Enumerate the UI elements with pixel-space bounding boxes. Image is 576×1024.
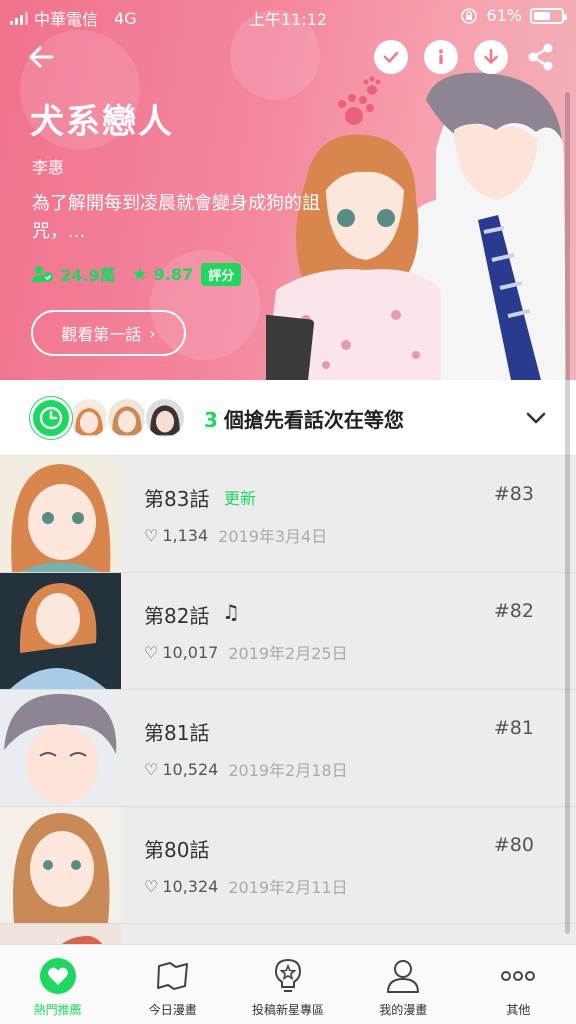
episode-row[interactable] [0, 924, 576, 944]
episode-row[interactable]: 第80話 #80 ♡ 10,324 2019年2月11日 [0, 807, 576, 924]
comic-synopsis: 為了解開每到凌晨就會變身成狗的詛咒，... [32, 193, 320, 242]
tab-label: 熱門推薦 [33, 1003, 82, 1017]
heart-outline-icon: ♡ [144, 759, 159, 779]
info-icon [439, 49, 443, 64]
comic-hero: 中華電信 4G 上午11:12 61% 犬系戀人 李惠 為了解開每到凌晨就會變身… [0, 0, 576, 380]
subscribe-button[interactable] [374, 40, 408, 74]
episode-thumbnail [0, 924, 121, 944]
episode-date: 2019年2月11日 [228, 878, 348, 897]
like-count: 10,017 [162, 642, 219, 662]
like-count: 10,324 [162, 876, 219, 896]
heart-icon [39, 958, 76, 994]
tab-label: 其他 [506, 1003, 531, 1017]
episode-title: 第82話 [144, 604, 210, 628]
watch-first-episode-button[interactable]: 觀看第一話 › [31, 310, 186, 356]
tab-label: 我的漫畫 [379, 1003, 428, 1017]
like-count: 1,134 [162, 525, 209, 545]
tab-hot[interactable]: 熱門推薦 [0, 945, 115, 1024]
episode-number: #83 [493, 483, 534, 505]
tab-label: 今日漫畫 [148, 1003, 197, 1017]
battery-icon [530, 7, 567, 24]
rating-value: 9.87 [153, 264, 194, 284]
comic-title: 犬系戀人 [30, 102, 174, 142]
episode-date: 2019年2月25日 [228, 644, 348, 663]
comic-stats: 24.9萬 ★ 9.87 評分 [32, 262, 242, 286]
episode-list: 第83話 更新 #83 ♡ 1,134 2019年3月4日 第82話 ♫ #82 … [0, 456, 576, 944]
tab-today[interactable]: 今日漫畫 [115, 945, 230, 1024]
tab-label: 投稿新星專區 [252, 1003, 325, 1017]
battery-level [534, 11, 550, 20]
episode-title: 第81話 [144, 721, 210, 745]
chevron-down-icon[interactable] [524, 406, 548, 430]
episode-thumbnail [0, 690, 121, 806]
more-icon [501, 971, 536, 981]
tab-more[interactable]: 其他 [461, 945, 576, 1024]
share-icon [528, 43, 553, 71]
tab-my-comics[interactable]: 我的漫畫 [346, 945, 461, 1024]
battery-percent: 61% [486, 6, 522, 25]
chevron-right-icon: › [149, 323, 156, 343]
episode-title: 第83話 [144, 487, 210, 511]
early-access-bar[interactable]: 3 個搶先看話次在等您 [0, 380, 576, 456]
subscribers-icon [32, 266, 53, 282]
heart-outline-icon: ♡ [144, 642, 159, 662]
check-icon [383, 51, 399, 63]
rate-button[interactable]: 評分 [201, 262, 242, 286]
info-button[interactable] [424, 40, 458, 74]
comic-author: 李惠 [32, 158, 65, 177]
arrow-left-icon [29, 46, 54, 68]
early-access-count: 3 [204, 408, 218, 432]
heart-outline-icon: ♡ [144, 525, 159, 545]
back-button[interactable] [24, 40, 58, 74]
bulb-star-icon [274, 958, 302, 992]
bottom-tab-bar: 熱門推薦 今日漫畫 投稿新星專區 我的漫畫 其他 [0, 944, 576, 1024]
episode-title: 第80話 [144, 838, 210, 862]
update-badge: 更新 [224, 489, 257, 508]
episode-thumbnail [0, 456, 121, 572]
preview-avatar [68, 397, 110, 439]
person-icon [387, 960, 420, 993]
heart-outline-icon: ♡ [144, 876, 159, 896]
download-button[interactable] [474, 40, 508, 74]
like-count: 10,524 [162, 759, 219, 779]
tab-new-stars[interactable]: 投稿新星專區 [230, 945, 345, 1024]
music-note-icon: ♫ [222, 600, 240, 624]
episode-row[interactable]: 第81話 #81 ♡ 10,524 2019年2月18日 [0, 690, 576, 807]
subscriber-count: 24.9萬 [60, 266, 116, 285]
episode-thumbnail [0, 807, 121, 923]
preview-avatar [106, 397, 148, 439]
early-access-text: 3 個搶先看話次在等您 [204, 404, 404, 433]
preview-avatar [144, 397, 186, 439]
share-button[interactable] [524, 40, 558, 74]
episode-thumbnail [0, 573, 121, 689]
watch-first-label: 觀看第一話 [61, 325, 142, 344]
episode-number: #81 [493, 717, 534, 739]
episode-row[interactable]: 第82話 ♫ #82 ♡ 10,017 2019年2月25日 [0, 573, 576, 690]
episode-date: 2019年2月18日 [228, 761, 348, 780]
episode-number: #82 [493, 600, 534, 622]
map-icon [156, 962, 188, 990]
preview-thumbnails [68, 397, 186, 439]
scrollbar[interactable] [565, 92, 570, 934]
episode-date: 2019年3月4日 [218, 527, 328, 546]
episode-row[interactable]: 第83話 更新 #83 ♡ 1,134 2019年3月4日 [0, 456, 576, 573]
status-bar: 中華電信 4G 上午11:12 61% [0, 0, 576, 34]
star-icon: ★ [131, 263, 148, 285]
early-access-label: 個搶先看話次在等您 [223, 408, 404, 432]
clock-icon [30, 397, 72, 439]
orientation-lock-icon [461, 7, 478, 24]
episode-number: #80 [493, 834, 534, 856]
download-icon [484, 48, 498, 64]
